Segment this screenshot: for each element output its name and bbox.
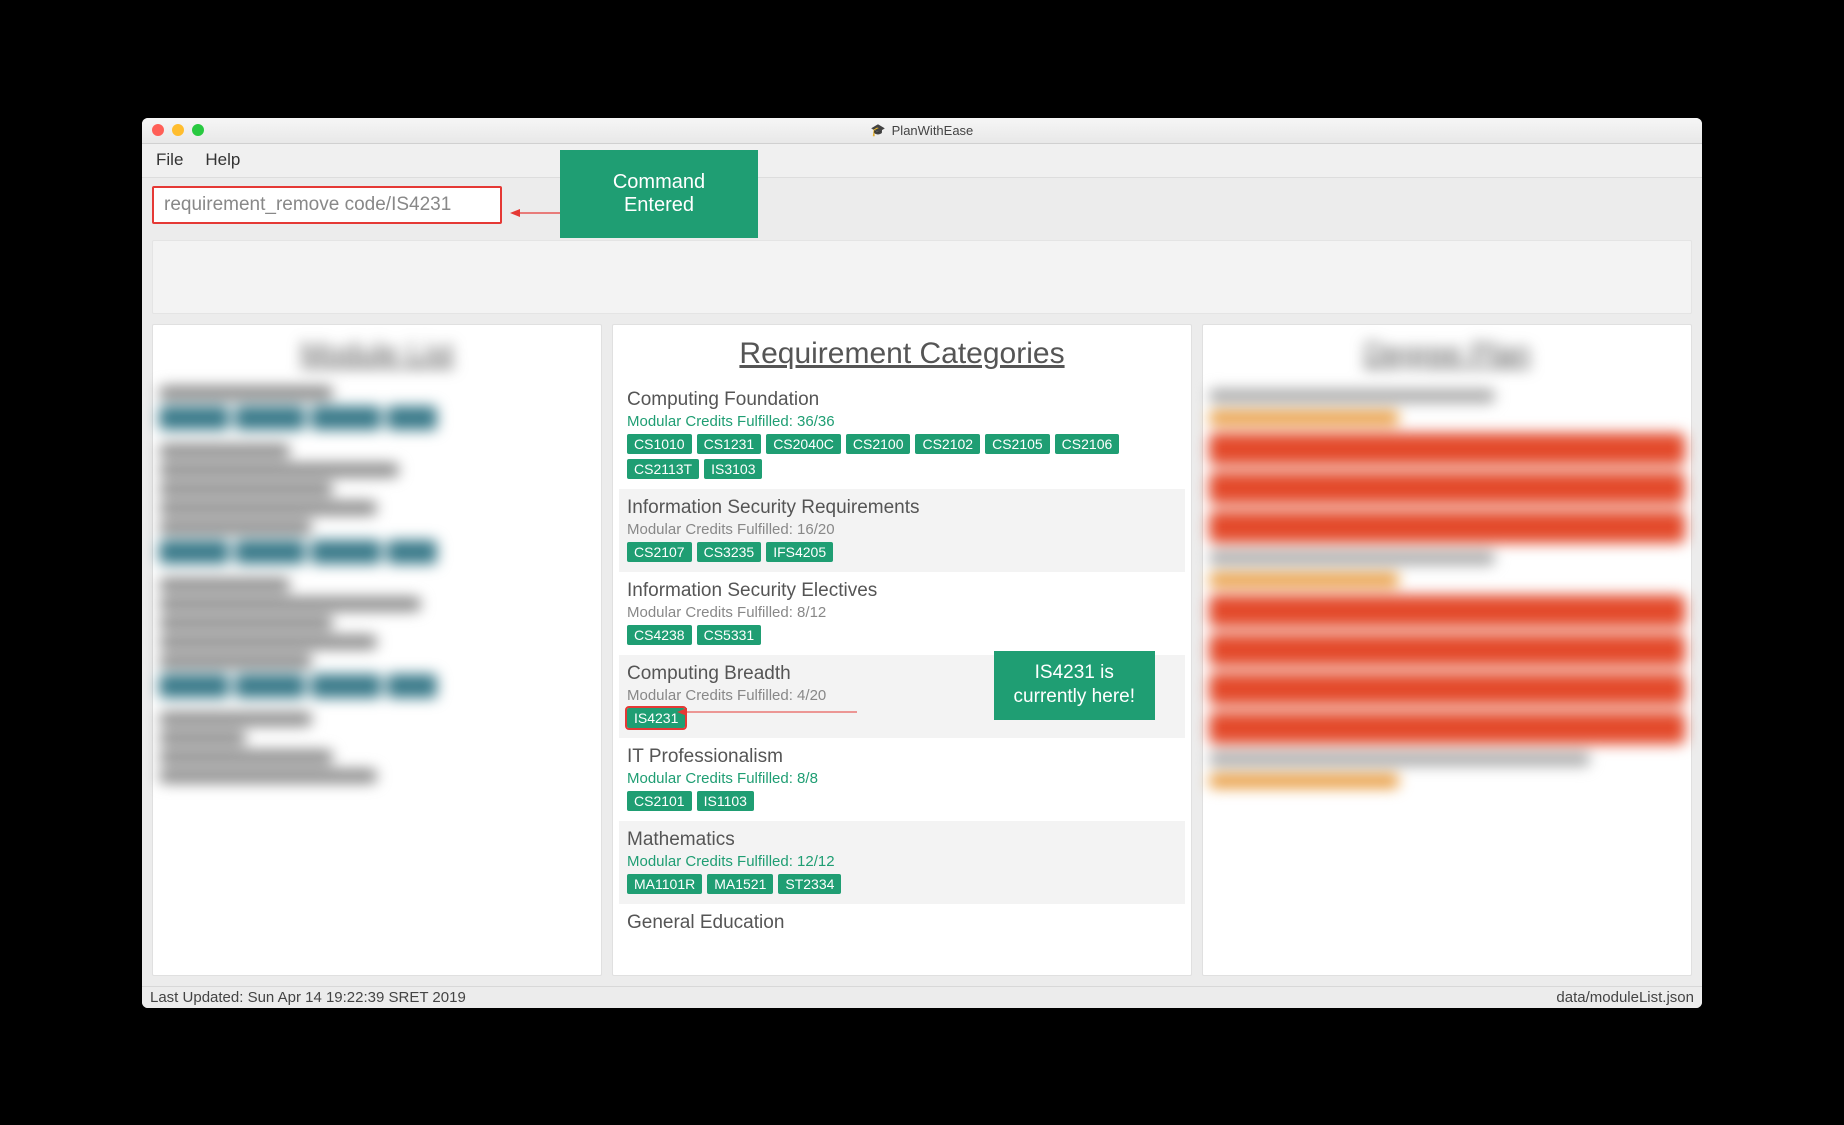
window-title: 🎓 PlanWithEase — [142, 123, 1702, 138]
degree-plan-body — [1203, 381, 1691, 806]
module-tag[interactable]: CS2105 — [985, 434, 1050, 454]
module-tag[interactable]: ST2334 — [778, 874, 841, 894]
module-tag[interactable]: CS5331 — [697, 625, 762, 645]
callout-label: Command Entered — [578, 171, 740, 217]
module-tag[interactable]: CS3235 — [697, 542, 762, 562]
category-credits: Modular Credits Fulfilled: 16/20 — [627, 521, 1177, 538]
category-block: Computing BreadthModular Credits Fulfill… — [619, 655, 1185, 738]
module-tag[interactable]: CS2106 — [1055, 434, 1120, 454]
result-display — [152, 240, 1692, 314]
module-tag[interactable]: IS1103 — [697, 791, 754, 811]
requirement-categories-panel: Requirement Categories Computing Foundat… — [612, 324, 1192, 976]
category-title: Mathematics — [627, 829, 1177, 851]
status-left: Last Updated: Sun Apr 14 19:22:39 SRET 2… — [150, 989, 466, 1006]
panel-title-left: Module List — [153, 325, 601, 381]
module-list-panel: Module List — [152, 324, 602, 976]
panel-title-mid: Requirement Categories — [613, 325, 1191, 381]
module-tag[interactable]: CS2113T — [627, 459, 699, 479]
app-window: 🎓 PlanWithEase File Help requirement_rem… — [142, 118, 1702, 1008]
module-tag[interactable]: MA1521 — [707, 874, 773, 894]
tag-row: CS4238CS5331 — [627, 625, 1177, 645]
panels-container: Module List — [142, 314, 1702, 986]
category-block: Computing Foundation Modular Credits Fulf… — [619, 381, 1185, 489]
tag-row: CS2107CS3235IFS4205 — [627, 542, 1177, 562]
tag-row: CS2101IS1103 — [627, 791, 1177, 811]
window-title-text: PlanWithEase — [892, 123, 974, 138]
category-block: General Education — [619, 904, 1185, 946]
category-block: IT Professionalism Modular Credits Fulfil… — [619, 738, 1185, 821]
category-block: Mathematics Modular Credits Fulfilled: 12… — [619, 821, 1185, 904]
status-right: data/moduleList.json — [1556, 989, 1694, 1006]
arrow-icon — [677, 705, 857, 719]
command-input-value: requirement_remove code/IS4231 — [164, 194, 451, 216]
menu-help[interactable]: Help — [205, 150, 240, 170]
tag-row: MA1101RMA1521ST2334 — [627, 874, 1177, 894]
module-tag[interactable]: CS1010 — [627, 434, 692, 454]
categories-body[interactable]: Computing Foundation Modular Credits Fulf… — [613, 381, 1191, 975]
app-icon: 🎓 — [871, 123, 886, 137]
menubar: File Help — [142, 144, 1702, 178]
category-title: Computing Foundation — [627, 389, 1177, 411]
module-location-callout: IS4231 iscurrently here! — [994, 651, 1155, 720]
command-input[interactable]: requirement_remove code/IS4231 — [152, 186, 502, 224]
module-tag[interactable]: CS2102 — [915, 434, 980, 454]
module-tag[interactable]: CS4238 — [627, 625, 692, 645]
category-block: Information Security Requirements Modular… — [619, 489, 1185, 572]
module-tag[interactable]: IS3103 — [704, 459, 762, 479]
category-credits: Modular Credits Fulfilled: 12/12 — [627, 853, 1177, 870]
panel-title-right: Degree Plan — [1203, 325, 1691, 381]
command-area: requirement_remove code/IS4231 Command E… — [142, 178, 1702, 226]
statusbar: Last Updated: Sun Apr 14 19:22:39 SRET 2… — [142, 986, 1702, 1008]
category-title: Information Security Electives — [627, 580, 1177, 602]
category-credits: Modular Credits Fulfilled: 36/36 — [627, 413, 1177, 430]
category-title: General Education — [627, 912, 1177, 934]
module-list-body — [153, 381, 601, 798]
category-credits: Modular Credits Fulfilled: 8/12 — [627, 604, 1177, 621]
category-title: Information Security Requirements — [627, 497, 1177, 519]
module-tag[interactable]: IFS4205 — [766, 542, 833, 562]
module-tag[interactable]: CS2100 — [846, 434, 911, 454]
arrow-icon — [510, 206, 562, 220]
module-tag[interactable]: CS2107 — [627, 542, 692, 562]
module-tag[interactable]: CS2040C — [766, 434, 841, 454]
titlebar: 🎓 PlanWithEase — [142, 118, 1702, 144]
module-tag[interactable]: CS2101 — [627, 791, 692, 811]
category-title: IT Professionalism — [627, 746, 1177, 768]
tag-row: CS1010CS1231CS2040CCS2100CS2102CS2105CS2… — [627, 434, 1177, 479]
degree-plan-panel: Degree Plan — [1202, 324, 1692, 976]
menu-file[interactable]: File — [156, 150, 183, 170]
category-block: Information Security Electives Modular Cr… — [619, 572, 1185, 655]
module-tag[interactable]: CS1231 — [697, 434, 762, 454]
module-tag[interactable]: MA1101R — [627, 874, 702, 894]
command-entered-callout: Command Entered — [560, 150, 758, 238]
category-credits: Modular Credits Fulfilled: 8/8 — [627, 770, 1177, 787]
